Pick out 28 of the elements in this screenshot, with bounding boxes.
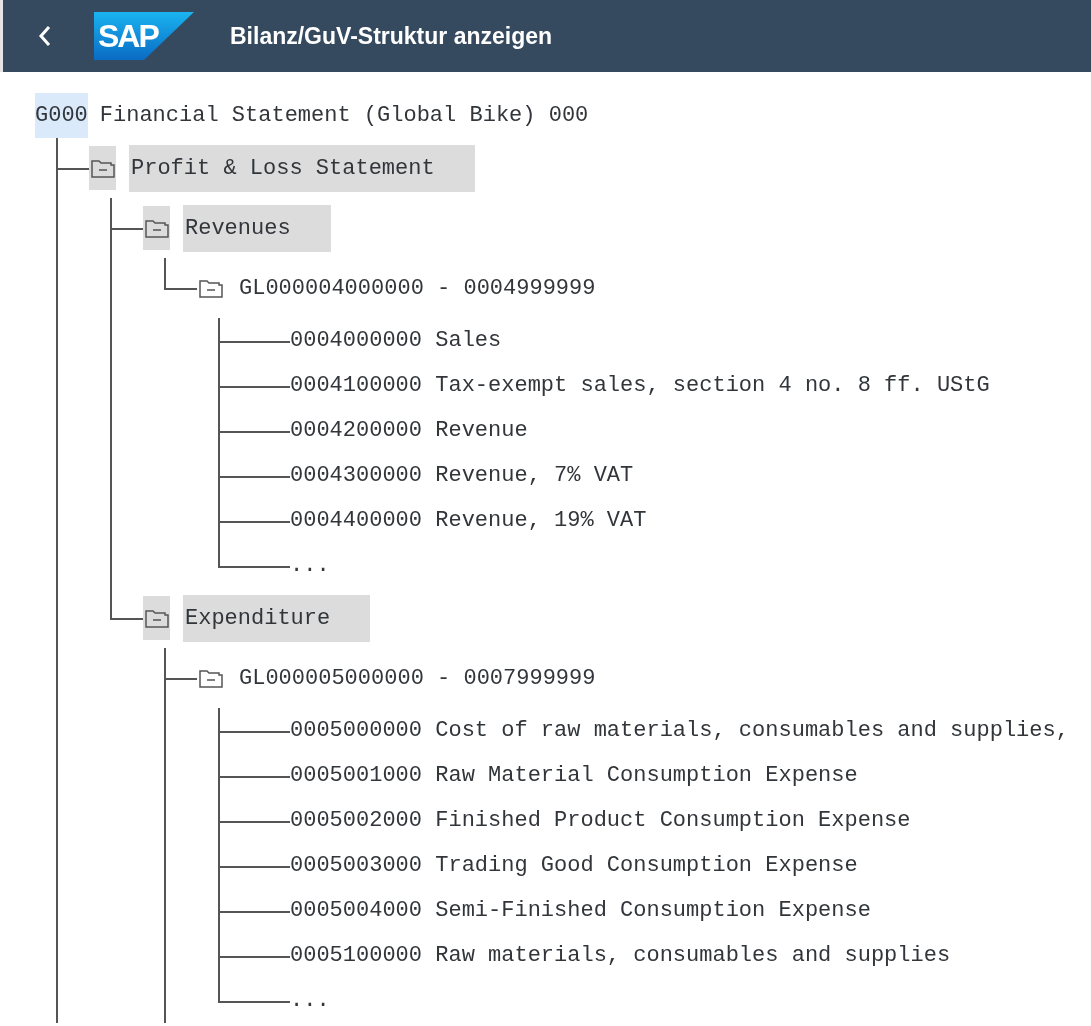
tree-node[interactable]: GL000005000000 - 0007999999 [237,654,596,702]
tree-leaf[interactable]: ... [290,988,330,1013]
logo: SAP [94,12,194,60]
page-title: Bilanz/GuV-Struktur anzeigen [230,22,553,50]
back-icon[interactable] [38,25,52,47]
tree-leaf[interactable]: 0005001000 Raw Material Consumption Expense [290,763,858,788]
folder-collapse-icon[interactable] [144,608,169,628]
folder-collapse-icon[interactable] [198,278,223,298]
tree-leaf[interactable]: 0004400000 Revenue, 19% VAT [290,508,647,533]
tree-leaf[interactable]: 0004100000 Tax-exempt sales, section 4 no. 8 ff. UStG [290,373,990,398]
tree-leaf[interactable]: 0004200000 Revenue [290,418,528,443]
tree-leaf[interactable]: ... [290,553,330,578]
tree-node[interactable]: GL000004000000 - 0004999999 [237,264,596,312]
tree-leaf[interactable]: 0005004000 Semi-Finished Consumption Expense [290,898,871,923]
tree-leaf[interactable]: 0005000000 Cost of raw materials, consumables and supplies, [290,718,1069,743]
tree-leaf[interactable]: 0005100000 Raw materials, consumables and supplies [290,943,951,968]
tree-leaf[interactable]: 0004300000 Revenue, 7% VAT [290,463,634,488]
tree-node[interactable]: Revenues [183,204,331,252]
tree-leaf[interactable]: 0005003000 Trading Good Consumption Expense [290,853,858,878]
tree-node[interactable]: Expenditure [183,594,371,642]
tree-node[interactable]: Profit & Loss Statement [129,144,475,192]
tree-leaf[interactable]: 0005002000 Finished Product Consumption Expense [290,808,911,833]
folder-collapse-icon[interactable] [198,668,223,688]
tree-root-title: Financial Statement (Global Bike) 000 [99,102,589,128]
folder-collapse-icon[interactable] [144,218,169,238]
folder-collapse-icon[interactable] [90,158,115,178]
tree-leaf[interactable]: 0004000000 Sales [290,328,502,353]
tree-root-code[interactable]: G000 [35,92,88,138]
